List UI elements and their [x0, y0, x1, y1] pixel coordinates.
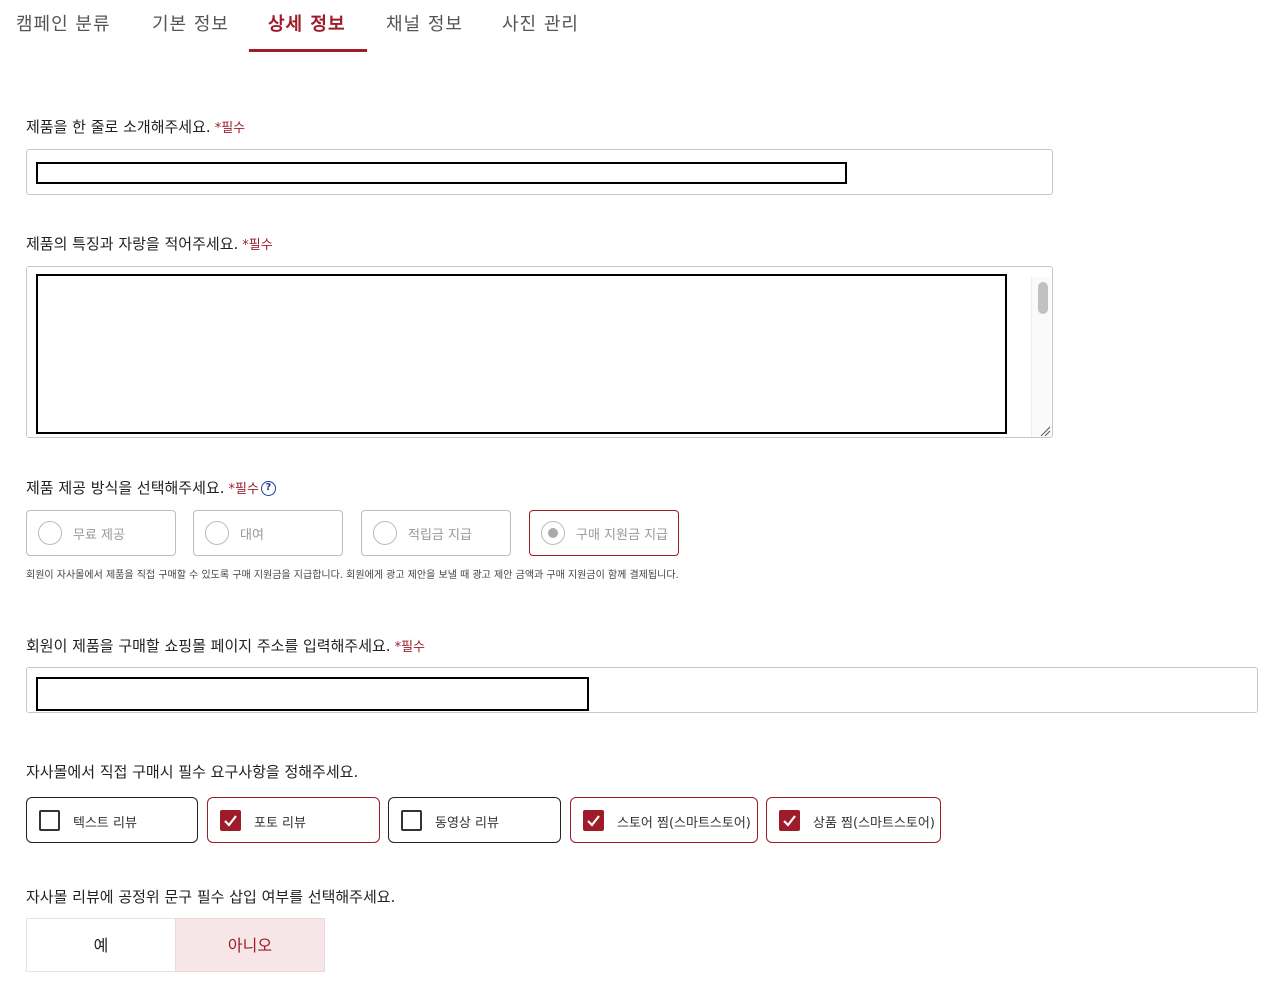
radio-circle-icon: [373, 521, 397, 545]
tab-detail-info[interactable]: 상세 정보: [268, 10, 346, 36]
shop-url-input[interactable]: [26, 667, 1258, 713]
features-scrollbar[interactable]: [1031, 277, 1051, 437]
features-textarea[interactable]: [26, 266, 1053, 438]
radio-free-provide[interactable]: 무료 제공: [26, 510, 176, 556]
radio-circle-icon: [205, 521, 229, 545]
shop-url-label-text: 회원이 제품을 구매할 쇼핑몰 페이지 주소를 입력해주세요.: [26, 637, 391, 655]
checkbox-label: 텍스트 리뷰: [73, 816, 137, 831]
oneliner-input[interactable]: [26, 149, 1053, 195]
provide-method-label-text: 제품 제공 방식을 선택해주세요.: [26, 479, 225, 497]
provide-method-note: 회원이 자사몰에서 제품을 직접 구매할 수 있도록 구매 지원금을 지급합니다…: [26, 570, 679, 581]
shop-url-input-field[interactable]: [36, 677, 589, 711]
features-label: 제품의 특징과 자랑을 적어주세요. *필수: [26, 233, 273, 254]
checkbox-text-review[interactable]: 텍스트 리뷰: [26, 797, 198, 843]
checkbox-photo-review[interactable]: 포토 리뷰: [207, 797, 380, 843]
features-textarea-field[interactable]: [36, 274, 1007, 434]
tab-photo-management[interactable]: 사진 관리: [502, 10, 579, 36]
radio-label: 무료 제공: [73, 528, 125, 543]
requirements-label: 자사몰에서 직접 구매시 필수 요구사항을 정해주세요.: [26, 763, 359, 781]
oneliner-label: 제품을 한 줄로 소개해주세요. *필수: [26, 116, 245, 137]
active-tab-indicator: [249, 49, 367, 52]
required-mark: *필수: [242, 238, 273, 253]
radio-rental[interactable]: 대여: [193, 510, 343, 556]
checkbox-store-wishlist[interactable]: 스토어 찜(스마트스토어): [570, 797, 758, 843]
radio-circle-icon: [38, 521, 62, 545]
oneliner-label-text: 제품을 한 줄로 소개해주세요.: [26, 118, 211, 136]
checkbox-checked-icon: [779, 810, 800, 831]
checkbox-checked-icon: [583, 810, 604, 831]
required-mark: *필수: [214, 121, 246, 136]
oneliner-input-field[interactable]: [36, 162, 847, 184]
radio-selected-icon: [541, 521, 565, 545]
checkbox-label: 스토어 찜(스마트스토어): [617, 816, 751, 831]
checkbox-empty-icon: [401, 810, 422, 831]
yes-button[interactable]: 예: [26, 918, 176, 972]
checkbox-empty-icon: [39, 810, 60, 831]
provide-method-label: 제품 제공 방식을 선택해주세요. *필수?: [26, 477, 276, 498]
tab-channel-info[interactable]: 채널 정보: [386, 10, 463, 36]
checkbox-product-wishlist[interactable]: 상품 찜(스마트스토어): [766, 797, 941, 843]
required-mark: *필수: [228, 482, 259, 497]
checkbox-label: 상품 찜(스마트스토어): [813, 816, 935, 831]
question-circle-icon[interactable]: ?: [260, 481, 276, 496]
checkbox-label: 동영상 리뷰: [435, 816, 499, 831]
radio-label: 구매 지원금 지급: [576, 528, 668, 543]
tab-campaign-category[interactable]: 캠페인 분류: [16, 10, 111, 36]
radio-label: 대여: [240, 528, 264, 543]
checkbox-checked-icon: [220, 810, 241, 831]
required-mark: *필수: [394, 640, 426, 655]
resize-grip-icon[interactable]: [1039, 425, 1051, 437]
checkbox-video-review[interactable]: 동영상 리뷰: [388, 797, 561, 843]
radio-purchase-support[interactable]: 구매 지원금 지급: [529, 510, 679, 556]
no-button[interactable]: 아니오: [175, 918, 325, 972]
scrollbar-thumb[interactable]: [1038, 282, 1048, 314]
shop-url-label: 회원이 제품을 구매할 쇼핑몰 페이지 주소를 입력해주세요. *필수: [26, 635, 425, 656]
checkbox-label: 포토 리뷰: [254, 816, 306, 831]
radio-label: 적립금 지급: [408, 528, 472, 543]
radio-points[interactable]: 적립금 지급: [361, 510, 511, 556]
tab-bar: 캠페인 분류 기본 정보 상세 정보 채널 정보 사진 관리: [0, 0, 1280, 54]
ftc-phrase-label: 자사몰 리뷰에 공정위 문구 필수 삽입 여부를 선택해주세요.: [26, 888, 396, 906]
features-label-text: 제품의 특징과 자랑을 적어주세요.: [26, 235, 239, 253]
tab-basic-info[interactable]: 기본 정보: [152, 10, 229, 36]
